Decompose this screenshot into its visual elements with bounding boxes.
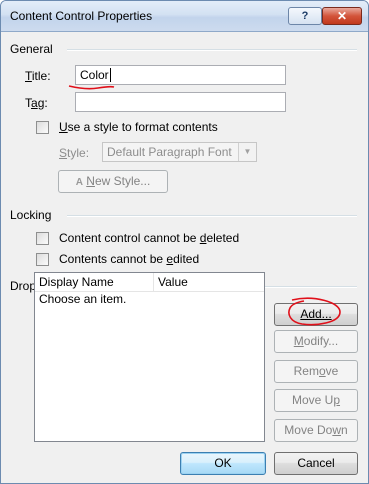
- close-button[interactable]: ✕: [322, 7, 362, 25]
- use-style-checkbox[interactable]: [36, 121, 49, 134]
- column-header-value[interactable]: Value: [158, 275, 188, 289]
- title-input-value: Color: [80, 68, 109, 82]
- new-style-icon: A: [75, 177, 83, 188]
- use-style-label: Use a style to format contents: [59, 120, 218, 134]
- new-style-button[interactable]: A New Style...: [58, 170, 168, 193]
- move-up-button-label: Move Up: [291, 393, 341, 407]
- remove-button[interactable]: Remove: [274, 360, 358, 383]
- move-up-button[interactable]: Move Up: [274, 389, 358, 412]
- cannot-delete-label: Content control cannot be deleted: [59, 231, 240, 245]
- style-dropdown-value: Default Paragraph Font: [107, 145, 232, 159]
- help-button[interactable]: ?: [288, 7, 322, 25]
- modify-button[interactable]: Modify...: [274, 330, 358, 353]
- ok-button[interactable]: OK: [180, 452, 266, 475]
- title-input[interactable]: Color: [75, 65, 286, 85]
- cannot-edit-checkbox[interactable]: [36, 253, 49, 266]
- dropdown-list[interactable]: Display Name Value Choose an item.: [34, 272, 265, 442]
- tag-input[interactable]: [75, 92, 286, 112]
- text-cursor: [109, 68, 111, 82]
- cannot-delete-checkbox[interactable]: [36, 232, 49, 245]
- style-dropdown[interactable]: Default Paragraph Font ▼: [102, 142, 257, 162]
- help-icon: ?: [301, 10, 309, 22]
- remove-button-label: Remove: [293, 364, 339, 378]
- list-header: Display Name Value: [35, 273, 264, 292]
- move-down-button-label: Move Down: [284, 423, 348, 437]
- tag-label: Tag:: [25, 96, 48, 110]
- dialog-body: General Title: Color Tag: Use a style to…: [1, 32, 368, 483]
- ok-button-label: OK: [214, 456, 232, 470]
- modify-button-label: Modify...: [293, 334, 339, 348]
- cancel-button[interactable]: Cancel: [274, 452, 358, 475]
- list-item[interactable]: Choose an item.: [39, 292, 126, 306]
- locking-group-label: Locking: [10, 208, 52, 222]
- new-style-label: New Style...: [86, 174, 151, 188]
- content-control-properties-dialog: Content Control Properties ? ✕ General T…: [0, 0, 369, 484]
- cancel-button-label: Cancel: [297, 456, 335, 470]
- locking-divider: [67, 215, 357, 217]
- column-separator: [153, 273, 154, 291]
- cannot-edit-label: Contents cannot be edited: [59, 252, 200, 266]
- column-header-display-name[interactable]: Display Name: [39, 275, 114, 289]
- red-circle-annotation: [288, 297, 341, 326]
- window-title: Content Control Properties: [10, 9, 153, 23]
- move-down-button[interactable]: Move Down: [274, 419, 358, 442]
- red-underline-annotation: [68, 85, 115, 90]
- style-label: Style:: [59, 146, 90, 160]
- general-group-label: General: [10, 42, 53, 56]
- general-divider: [67, 49, 357, 51]
- chevron-down-icon: ▼: [238, 143, 256, 161]
- close-icon: ✕: [336, 9, 348, 23]
- title-bar[interactable]: Content Control Properties ? ✕: [1, 1, 368, 32]
- title-label: Title:: [25, 69, 51, 83]
